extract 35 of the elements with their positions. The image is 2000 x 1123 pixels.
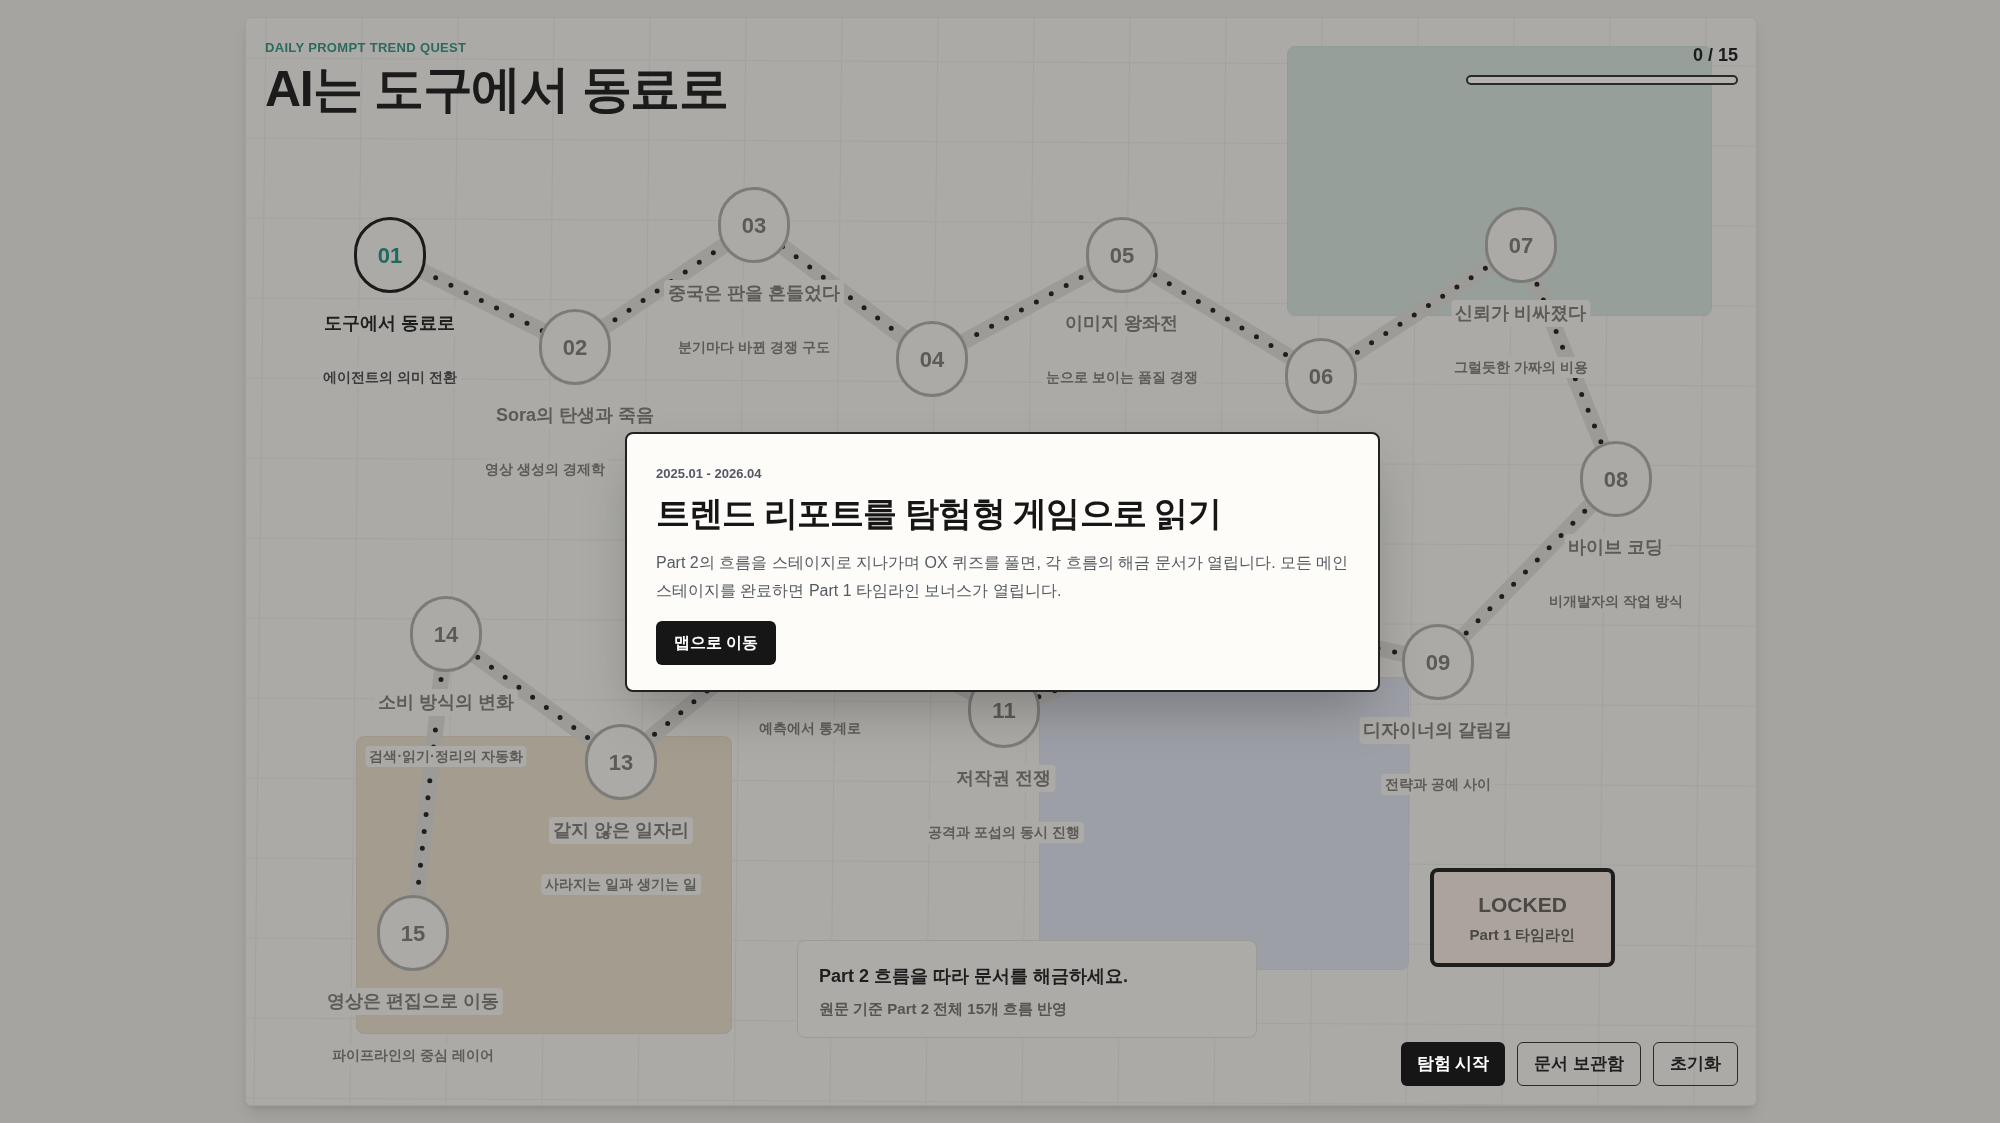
stage-subtitle: 검색·읽기·정리의 자동화 (365, 746, 527, 767)
stage-title: 저작권 전쟁 (952, 765, 1056, 792)
stage-title: 중국은 판을 흔들었다 (664, 280, 844, 307)
dialog-title: 트렌드 리포트를 탐험형 게임으로 읽기 (656, 492, 1221, 534)
stage-node[interactable]: 04 (896, 321, 968, 397)
stage-node[interactable]: 08 (1580, 441, 1652, 517)
stage-subtitle: 전략과 공예 사이 (1381, 774, 1495, 795)
action-button[interactable]: 탐험 시작 (1400, 1042, 1506, 1086)
stage-node[interactable]: 05 (1086, 217, 1158, 293)
notice-subtitle: 원문 기준 Part 2 전체 15개 흐름 반영 (819, 999, 1069, 1019)
stage-node[interactable]: 01 (354, 217, 426, 293)
locked-title: LOCKED (1478, 891, 1567, 918)
stage-title: 신뢰가 비싸졌다 (1451, 300, 1591, 327)
stage-node[interactable]: 03 (718, 187, 790, 263)
action-button[interactable]: 문서 보관함 (1517, 1042, 1641, 1086)
stage-title: 소비 방식의 변화 (374, 689, 518, 716)
stage-node[interactable]: 09 (1402, 624, 1474, 700)
stage-node[interactable]: 02 (539, 309, 611, 385)
dialog-description: Part 2의 흐름을 스테이지로 지나가며 OX 퀴즈를 풀면, 각 흐름의 해금 문서가 열립니다. 모든 메인 스테이지를 완료하면 Part 1 타임라인 보너스가 열립니다. (656, 552, 1350, 601)
stage-subtitle: 영상 생성의 경제학 (481, 459, 609, 480)
stage-title: 같지 않은 일자리 (549, 817, 693, 844)
stage-node[interactable]: 06 (1285, 338, 1357, 414)
action-button[interactable]: 초기화 (1653, 1042, 1738, 1086)
stage-subtitle: 에이전트의 의미 전환 (319, 367, 461, 388)
go-to-map-button[interactable]: 맵으로 이동 (656, 620, 777, 665)
page-title: AI는 도구에서 동료로 (265, 59, 728, 119)
notice-title: Part 2 흐름을 따라 문서를 해금하세요. (819, 965, 1130, 988)
stage-node[interactable]: 14 (410, 596, 482, 672)
eyebrow-label: DAILY PROMPT TREND QUEST (265, 39, 468, 57)
stage-title: 바이브 코딩 (1564, 534, 1668, 561)
stage-subtitle: 눈으로 보이는 품질 경쟁 (1042, 367, 1202, 388)
locked-subtitle: Part 1 타임라인 (1469, 925, 1576, 945)
stage-subtitle: 사라지는 일과 생기는 일 (541, 874, 701, 895)
progress-count: 0 / 15 (1692, 44, 1738, 67)
date-range: 2025.01 - 2026.04 (656, 465, 762, 483)
